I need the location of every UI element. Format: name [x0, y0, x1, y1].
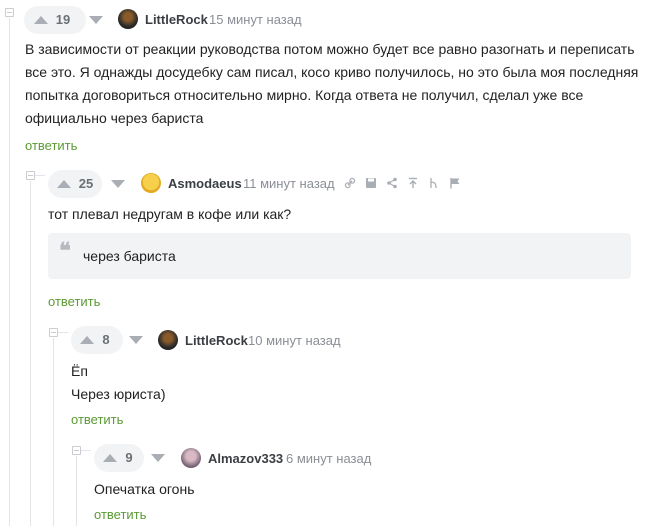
upvote-button[interactable]: [57, 180, 71, 188]
flag-icon[interactable]: [449, 177, 461, 189]
rating-block: 9: [94, 444, 144, 472]
collapse-thread-button[interactable]: [5, 8, 14, 17]
thread-line[interactable]: [53, 338, 54, 526]
rating-block: 8: [71, 326, 123, 354]
avatar[interactable]: [141, 173, 161, 193]
comment-text: попытка договориться относительно мирно.…: [25, 87, 584, 103]
avatar[interactable]: [118, 9, 138, 29]
save-icon[interactable]: [365, 177, 377, 189]
timestamp[interactable]: 6 минут назад: [286, 451, 371, 466]
rating-block: 25: [48, 170, 102, 198]
branch-icon[interactable]: [428, 177, 440, 189]
rating-count: 9: [125, 450, 133, 465]
link-icon[interactable]: [344, 177, 356, 189]
upvote-button[interactable]: [80, 336, 94, 344]
upvote-button[interactable]: [34, 16, 48, 24]
thread-line[interactable]: [76, 456, 77, 526]
downvote-button[interactable]: [89, 16, 103, 24]
thread-line[interactable]: [30, 181, 31, 526]
avatar[interactable]: [158, 330, 178, 350]
rating-count: 8: [102, 332, 110, 347]
author-name[interactable]: LittleRock: [185, 333, 248, 348]
thread-connector: [35, 175, 45, 176]
rating-count: 19: [55, 12, 71, 27]
comment-text: Через юриста): [71, 386, 166, 402]
timestamp[interactable]: 15 минут назад: [209, 12, 302, 27]
downvote-button[interactable]: [129, 336, 143, 344]
comment-text: Ёп: [71, 363, 88, 379]
comment-text: официально через бариста: [25, 110, 204, 126]
collapse-thread-button[interactable]: [72, 446, 81, 455]
quote-block: ❝ через бариста: [48, 233, 631, 279]
reply-link[interactable]: ответить: [25, 138, 77, 153]
thread-connector: [58, 332, 68, 333]
rating-count: 25: [78, 176, 94, 191]
comment-text: все это. Я однажды досудебку сам писал, …: [25, 64, 639, 80]
downvote-button[interactable]: [111, 180, 125, 188]
avatar[interactable]: [181, 448, 201, 468]
upvote-button[interactable]: [103, 454, 117, 462]
timestamp[interactable]: 11 минут назад: [243, 176, 335, 191]
timestamp[interactable]: 10 минут назад: [248, 333, 341, 348]
author-name[interactable]: LittleRock: [145, 12, 208, 27]
pin-icon[interactable]: [407, 177, 419, 189]
thread-connector: [81, 450, 91, 451]
comment-text: В зависимости от реакции руководства пот…: [25, 41, 635, 57]
collapse-thread-button[interactable]: [49, 328, 58, 337]
comment-text: тот плевал недругам в кофе или как?: [48, 206, 292, 222]
downvote-button[interactable]: [151, 454, 165, 462]
reply-link[interactable]: ответить: [48, 294, 100, 309]
thread-line[interactable]: [9, 18, 10, 526]
share-icon[interactable]: [386, 177, 398, 189]
author-name[interactable]: Almazov333: [208, 451, 283, 466]
rating-block: 19: [24, 6, 86, 34]
comment-text: Опечатка огонь: [94, 481, 195, 497]
reply-link[interactable]: ответить: [71, 412, 123, 427]
quote-text: через бариста: [83, 248, 176, 264]
author-name[interactable]: Asmodaeus: [168, 176, 242, 191]
quote-icon: ❝: [59, 238, 71, 264]
collapse-thread-button[interactable]: [26, 171, 35, 180]
reply-link[interactable]: ответить: [94, 507, 146, 522]
